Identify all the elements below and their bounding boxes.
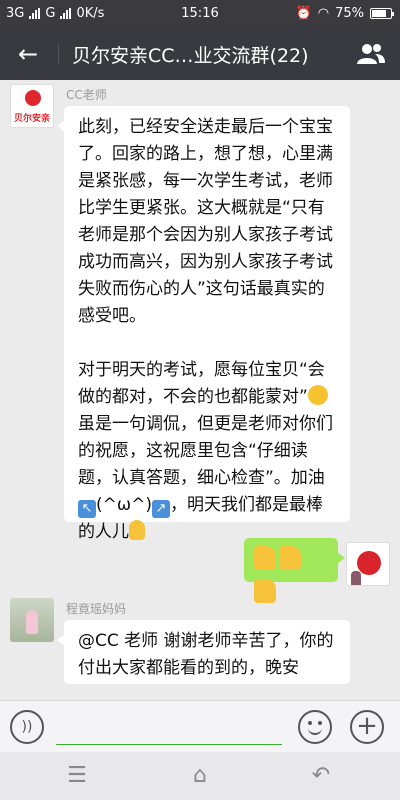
header-divider	[58, 44, 59, 64]
input-bar: )) +	[0, 700, 400, 752]
message-paragraph-2: 对于明天的考试，愿每位宝贝“会做的都对，不会的也都能蒙对” 虽是一句调侃，但更是老…	[78, 357, 338, 546]
brand-badge-icon	[357, 551, 381, 575]
chat-area[interactable]: 贝尔安亲 CC老师 此刻，已经安全送走最后一个宝宝了。回家的路上，想了想，心里满…	[0, 80, 400, 700]
message-text: @CC 老师 谢谢老师辛苦了，你的付出大家都能看的到的，晚安	[78, 631, 334, 678]
menu-icon[interactable]: ☰	[62, 762, 92, 790]
status-bar: 3G G 0K/s 15:16 ⏰ ◠ 75%	[0, 0, 400, 28]
avatar-self[interactable]	[346, 542, 390, 586]
battery-icon	[370, 8, 394, 19]
thumbs-up-icon	[279, 546, 301, 570]
child-photo-icon	[26, 610, 38, 634]
brand-logo-text: 贝尔安亲	[13, 114, 50, 124]
system-nav-bar: ☰ ⌂ ↶	[0, 752, 400, 800]
avatar-cc-teacher[interactable]: 贝尔安亲	[10, 84, 54, 128]
alarm-icon: ⏰	[295, 6, 312, 21]
status-right: ⏰ ◠ 75%	[295, 6, 394, 21]
sender-name: CC老师	[66, 88, 107, 102]
person-figure-icon	[351, 571, 361, 585]
sender-name: 程竟瑶妈妈	[66, 602, 127, 616]
chat-title: 贝尔安亲CC…业交流群(22)	[72, 45, 309, 67]
voice-icon[interactable]: ))	[10, 710, 44, 744]
back-icon[interactable]: ↶	[306, 762, 336, 790]
message-bubble-self[interactable]	[244, 538, 345, 603]
message-text-2a: 对于明天的考试，愿每位宝贝“会做的都对，不会的也都能蒙对”	[78, 360, 325, 407]
arrow-up-left-icon: ↖	[78, 500, 96, 518]
victory-hand-icon	[129, 520, 145, 540]
home-icon[interactable]: ⌂	[185, 762, 215, 790]
message-paragraph-1: 此刻，已经安全送走最后一个宝宝了。回家的路上，想了想，心里满是紧张感，每一次学生…	[78, 117, 333, 326]
message-bubble-cc[interactable]: 此刻，已经安全送走最后一个宝宝了。回家的路上，想了想，心里满是紧张感，每一次学生…	[57, 106, 350, 542]
thumbs-up-icon	[254, 579, 276, 603]
wifi-icon: ◠	[317, 6, 330, 21]
battery-percent: 75%	[335, 6, 364, 21]
plus-icon[interactable]: +	[350, 710, 384, 744]
kaomoji: (^ω^)	[96, 495, 152, 515]
avatar-parent[interactable]	[10, 598, 54, 642]
chat-header: ← 贝尔安亲CC…业交流群(22)	[0, 28, 400, 80]
brand-logo-icon	[25, 90, 41, 106]
emoji-icon[interactable]	[298, 710, 332, 744]
message-bubble-parent[interactable]: @CC 老师 谢谢老师辛苦了，你的付出大家都能看的到的，晚安	[57, 620, 350, 684]
thumbs-up-icon	[254, 546, 276, 570]
arrow-left-icon[interactable]: ←	[14, 40, 42, 68]
arrow-up-right-icon: ↗	[152, 500, 170, 518]
message-input[interactable]	[56, 711, 282, 745]
message-text-2b: 虽是一句调侃，但更是老师对你们的祝愿，这祝愿里包含“仔细读题，认真答题，细心检查…	[78, 414, 333, 488]
group-members-icon[interactable]	[356, 42, 386, 66]
grin-emoji-icon	[307, 385, 328, 405]
